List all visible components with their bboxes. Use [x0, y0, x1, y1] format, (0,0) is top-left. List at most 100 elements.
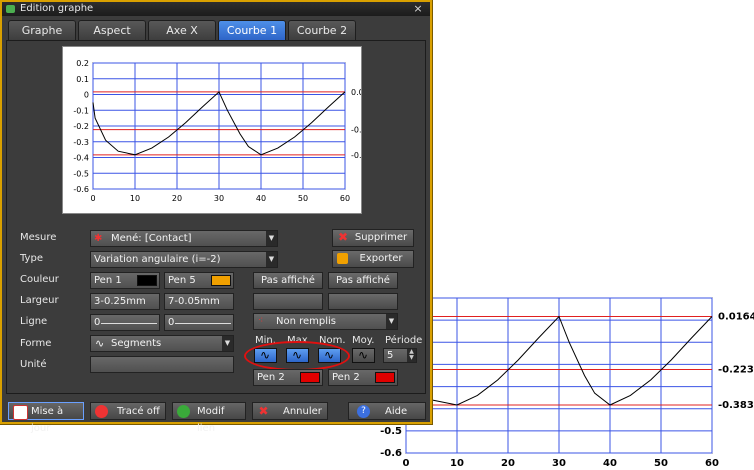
window-title: Edition graphe [20, 3, 94, 14]
pen1-color-field[interactable]: Pen 1 [90, 272, 160, 289]
threshold-label: 0.0164 [351, 88, 361, 97]
y-tick-label: -0.5 [73, 169, 89, 178]
x-tick-label: 20 [501, 458, 515, 469]
y-tick-label: -0.6 [380, 448, 402, 459]
x-tick-label: 50 [298, 194, 308, 203]
tab-courbe-2[interactable]: Courbe 2 [288, 20, 356, 40]
close-icon[interactable]: × [412, 2, 424, 16]
preview-chart: 0 10 20 30 40 50 60 0.2 0.1 0 -0.1 -0.2 -0.3 -0.4 -0.5… [73, 59, 379, 203]
pen1-label: Pen 1 [94, 275, 122, 286]
wave-icon: ∿ [358, 348, 369, 362]
y-tick-label: -0.6 [73, 185, 89, 194]
y-tick-label: 0.2 [76, 59, 89, 68]
periode-value: 5 [387, 350, 394, 361]
moy-wave-button[interactable]: ∿ [352, 348, 375, 363]
x-tick-label: 0 [403, 458, 410, 469]
pas-affiche-button-1[interactable]: Pas affiché [253, 272, 323, 289]
aide-button[interactable]: ? Aide [348, 402, 426, 420]
tab-courbe-1[interactable]: Courbe 1 [218, 20, 286, 40]
modif-lien-button[interactable]: Modif lien [172, 402, 246, 434]
supprimer-button[interactable]: ✖ Supprimer [332, 229, 414, 247]
target-icon [95, 405, 108, 418]
x-tick-label: 10 [450, 458, 464, 469]
pen5-swatch [211, 275, 231, 286]
mesure-select[interactable]: ✱ Mené: [Contact] ▼ [90, 230, 278, 247]
moy-label: Moy. [352, 335, 375, 346]
periode-spinner[interactable]: 5 ▲ ▼ [383, 348, 417, 363]
forme-select[interactable]: ∿ Segments ▼ [90, 335, 234, 352]
empty-button-1[interactable] [253, 293, 323, 310]
forme-label: Forme [20, 338, 52, 349]
threshold-label: 0.0164 [718, 312, 754, 323]
exporter-label: Exporter [359, 253, 403, 264]
largeur-value-1: 3-0.25mm [94, 296, 146, 307]
annuler-label: Annuler [283, 406, 322, 417]
exporter-button[interactable]: Exporter [332, 250, 414, 268]
tab-graphe[interactable]: Graphe [8, 20, 76, 40]
title-bar[interactable]: Edition graphe [2, 2, 430, 16]
spinner-arrows-icon[interactable]: ▲ ▼ [407, 349, 416, 362]
app-icon [6, 5, 15, 13]
periode-label: Période [385, 335, 423, 346]
largeur-field-1[interactable]: 3-0.25mm [90, 293, 160, 310]
x-tick-label: 30 [214, 194, 224, 203]
mise-a-jour-button[interactable]: Mise à jour [8, 402, 84, 434]
pen2-color-field-2[interactable]: Pen 2 [328, 369, 398, 386]
pen2-label-1: Pen 2 [257, 372, 285, 383]
chevron-down-icon[interactable]: ▼ [222, 336, 233, 351]
threshold-label: -0.383 [718, 400, 754, 411]
forme-value: Segments [111, 338, 162, 349]
threshold-label: -0.223 [718, 365, 754, 376]
trace-off-button[interactable]: Tracé off [90, 402, 166, 420]
largeur-label: Largeur [20, 295, 59, 306]
x-tick-label: 50 [654, 458, 668, 469]
rss-icon [337, 253, 348, 264]
type-label: Type [20, 253, 43, 264]
ligne-value-1: 0 [94, 317, 101, 328]
chevron-down-icon[interactable]: ▼ [386, 314, 397, 329]
remplissage-value: Non remplis [276, 316, 337, 327]
tab-aspect[interactable]: Aspect [78, 20, 146, 40]
aide-label: Aide [385, 406, 408, 417]
threshold-label: -0.383 [351, 151, 361, 160]
chevron-down-icon[interactable]: ▼ [266, 252, 277, 267]
x-tick-label: 60 [705, 458, 719, 469]
type-select[interactable]: Variation angulaire (i=-2) ▼ [90, 251, 278, 268]
supprimer-label: Supprimer [354, 232, 408, 243]
mesure-label: Mesure [20, 232, 57, 243]
pen2-label-2: Pen 2 [332, 372, 360, 383]
pen2-swatch-2 [375, 372, 395, 383]
ligne-label: Ligne [20, 316, 48, 327]
pas-affiche-button-2[interactable]: Pas affiché [328, 272, 398, 289]
y-tick-label: -0.3 [73, 138, 89, 147]
ligne-field-2[interactable]: 0 [164, 314, 234, 331]
y-tick-label: -0.2 [73, 122, 89, 131]
unite-input[interactable] [90, 356, 234, 373]
pen5-color-field[interactable]: Pen 5 [164, 272, 234, 289]
ligne-value-2: 0 [168, 317, 175, 328]
mesure-value: Mené: [Contact] [111, 233, 192, 244]
x-tick-label: 30 [552, 458, 566, 469]
grid-icon [13, 405, 28, 420]
ligne-slider-track [175, 323, 231, 324]
pen1-swatch [137, 275, 157, 286]
y-tick-label: -0.1 [73, 106, 89, 115]
y-tick-label: -0.5 [380, 426, 402, 437]
pen2-color-field-1[interactable]: Pen 2 [253, 369, 323, 386]
wave-icon: ∿ [95, 337, 105, 350]
mise-a-jour-label: Mise à jour [31, 406, 64, 434]
couleur-label: Couleur [20, 274, 59, 285]
chevron-down-icon[interactable]: ▼ [266, 231, 277, 246]
empty-button-2[interactable] [328, 293, 398, 310]
largeur-field-2[interactable]: 7-0.05mm [164, 293, 234, 310]
highlight-ellipse [244, 341, 350, 371]
ligne-field-1[interactable]: 0 [90, 314, 160, 331]
annuler-button[interactable]: ✖ Annuler [252, 402, 328, 420]
modif-lien-label: Modif lien [197, 406, 225, 434]
delete-icon: ✖ [337, 230, 349, 244]
remplissage-select[interactable]: ⁖ Non remplis ▼ [253, 313, 398, 330]
scatter-icon: ⁖ [258, 316, 264, 326]
y-tick-label: -0.4 [73, 154, 89, 163]
tab-axe-x[interactable]: Axe X [148, 20, 216, 40]
largeur-value-2: 7-0.05mm [168, 296, 220, 307]
